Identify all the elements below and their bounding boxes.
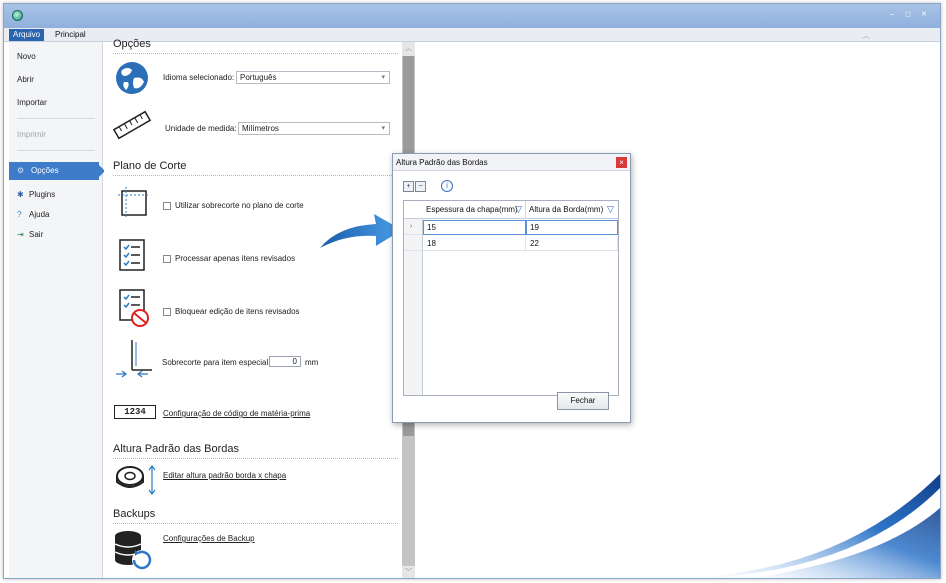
decorative-swoosh: [710, 474, 940, 578]
close-button[interactable]: Fechar: [557, 392, 609, 410]
current-row-indicator-icon: ›: [410, 223, 413, 230]
column-header-label: Espessura da chapa(mm): [426, 205, 518, 214]
unit-select[interactable]: Milímetros ▾: [238, 122, 390, 135]
chevron-down-icon: ▾: [381, 74, 385, 81]
table-row[interactable]: 18 22: [404, 236, 618, 251]
nav-item-ajuda[interactable]: ? Ajuda: [17, 210, 49, 219]
minimize-icon[interactable]: ‒: [886, 10, 898, 20]
process-reviewed-checkbox[interactable]: [163, 255, 171, 263]
nav-item-label: Plugins: [29, 190, 56, 199]
app-logo-icon: [12, 10, 23, 21]
section-divider: [113, 175, 398, 176]
unit-label: Unidade de medida:: [165, 124, 237, 133]
edit-edge-height-link[interactable]: Editar altura padrão borda x chapa: [163, 471, 286, 480]
checklist-icon: [119, 239, 145, 271]
nav-item-label: Opções: [31, 166, 59, 175]
block-edit-label: Bloquear edição de itens revisados: [175, 307, 300, 316]
tab-principal[interactable]: Principal: [55, 29, 86, 41]
nav-item-importar[interactable]: Importar: [17, 98, 47, 107]
cell-height[interactable]: 22: [526, 236, 618, 251]
code-config-link[interactable]: Configuração de código de matéria-prima: [163, 409, 310, 418]
overcut-icon: [118, 187, 148, 217]
nav-item-label: Ajuda: [29, 210, 50, 219]
tab-arquivo[interactable]: Arquivo: [9, 29, 45, 41]
edge-tape-icon: [116, 465, 156, 495]
nav-item-label: Sair: [29, 230, 44, 239]
ruler-icon: [112, 110, 152, 140]
puzzle-icon: ✱: [17, 190, 24, 199]
backup-config-link[interactable]: Configurações de Backup: [163, 534, 255, 543]
language-label: Idioma selecionado:: [163, 73, 235, 82]
scroll-up-icon[interactable]: ︿: [402, 42, 415, 56]
column-header-thickness[interactable]: Espessura da chapa(mm) ▽: [423, 201, 526, 219]
language-value: Português: [240, 73, 277, 82]
column-header-height[interactable]: Altura da Borda(mm) ▽: [526, 201, 618, 219]
backup-database-icon: [114, 531, 152, 570]
cell-height[interactable]: 19: [526, 220, 618, 235]
maximize-icon[interactable]: ◻: [902, 10, 914, 20]
dialog-title-bar: Altura Padrão das Bordas ×: [393, 154, 630, 171]
title-bar: ‒ ◻ ✕: [4, 4, 940, 28]
add-row-icon[interactable]: +: [403, 181, 414, 192]
scroll-down-icon[interactable]: ﹀: [402, 566, 415, 578]
nav-item-abrir[interactable]: Abrir: [17, 75, 34, 84]
backstage-nav: Novo Abrir Importar Imprimir ⚙ Opções ✱ P…: [9, 42, 105, 578]
filter-icon[interactable]: ▽: [607, 205, 614, 214]
checklist-blocked-icon: [119, 289, 149, 327]
nav-item-opcoes[interactable]: ⚙ Opções: [9, 162, 105, 180]
close-icon[interactable]: ×: [616, 157, 627, 168]
section-divider: [113, 53, 398, 54]
code-1234-icon: 1234: [114, 405, 156, 419]
special-overcut-icon: [116, 340, 152, 378]
exit-icon: ⇥: [17, 230, 24, 239]
language-select[interactable]: Português ▾: [236, 71, 390, 84]
filter-icon[interactable]: ▽: [515, 205, 522, 214]
options-panel: Opções Idioma selecionado: Português ▾ U…: [104, 38, 402, 578]
section-divider: [113, 523, 398, 524]
overcut-label: Utilizar sobrecorte no plano de corte: [175, 201, 304, 210]
nav-item-plugins[interactable]: ✱ Plugins: [17, 190, 55, 199]
help-icon: ?: [17, 210, 22, 219]
chevron-down-icon: ▾: [381, 125, 385, 132]
collapse-ribbon-icon[interactable]: ︿: [862, 30, 870, 41]
block-edit-checkbox[interactable]: [163, 308, 171, 316]
section-title-backups: Backups: [113, 508, 156, 520]
edge-height-grid: Espessura da chapa(mm) ▽ Altura da Borda…: [403, 200, 619, 396]
edge-height-dialog: Altura Padrão das Bordas × + − i Espessu…: [392, 153, 631, 423]
globe-icon: [116, 62, 148, 94]
section-title-opcoes: Opções: [113, 38, 151, 50]
cell-thickness[interactable]: 18: [423, 236, 526, 251]
grid-header: Espessura da chapa(mm) ▽ Altura da Borda…: [404, 201, 618, 219]
info-icon[interactable]: i: [441, 180, 453, 192]
section-divider: [113, 458, 398, 459]
remove-row-icon[interactable]: −: [415, 181, 426, 192]
section-title-plano-de-corte: Plano de Corte: [113, 160, 187, 172]
close-window-icon[interactable]: ✕: [918, 10, 930, 20]
unit-value: Milímetros: [242, 124, 279, 133]
nav-item-sair[interactable]: ⇥ Sair: [17, 230, 43, 239]
section-title-altura-padrao: Altura Padrão das Bordas: [113, 443, 239, 455]
special-overcut-unit: mm: [305, 358, 319, 367]
dialog-title: Altura Padrão das Bordas: [396, 158, 488, 167]
overcut-checkbox[interactable]: [163, 202, 171, 210]
table-row[interactable]: › 15 19: [404, 220, 618, 235]
gear-icon: ⚙: [17, 166, 25, 175]
nav-item-novo[interactable]: Novo: [17, 52, 36, 61]
window-controls: ‒ ◻ ✕: [886, 10, 930, 20]
column-header-label: Altura da Borda(mm): [529, 205, 604, 214]
cell-thickness[interactable]: 15: [423, 220, 526, 235]
special-overcut-input[interactable]: 0: [269, 356, 301, 367]
special-overcut-label: Sobrecorte para item especial: [162, 358, 269, 367]
nav-item-imprimir[interactable]: Imprimir: [17, 130, 46, 139]
nav-divider: [17, 118, 95, 119]
nav-divider: [17, 150, 95, 151]
process-reviewed-label: Processar apenas itens revisados: [175, 254, 296, 263]
